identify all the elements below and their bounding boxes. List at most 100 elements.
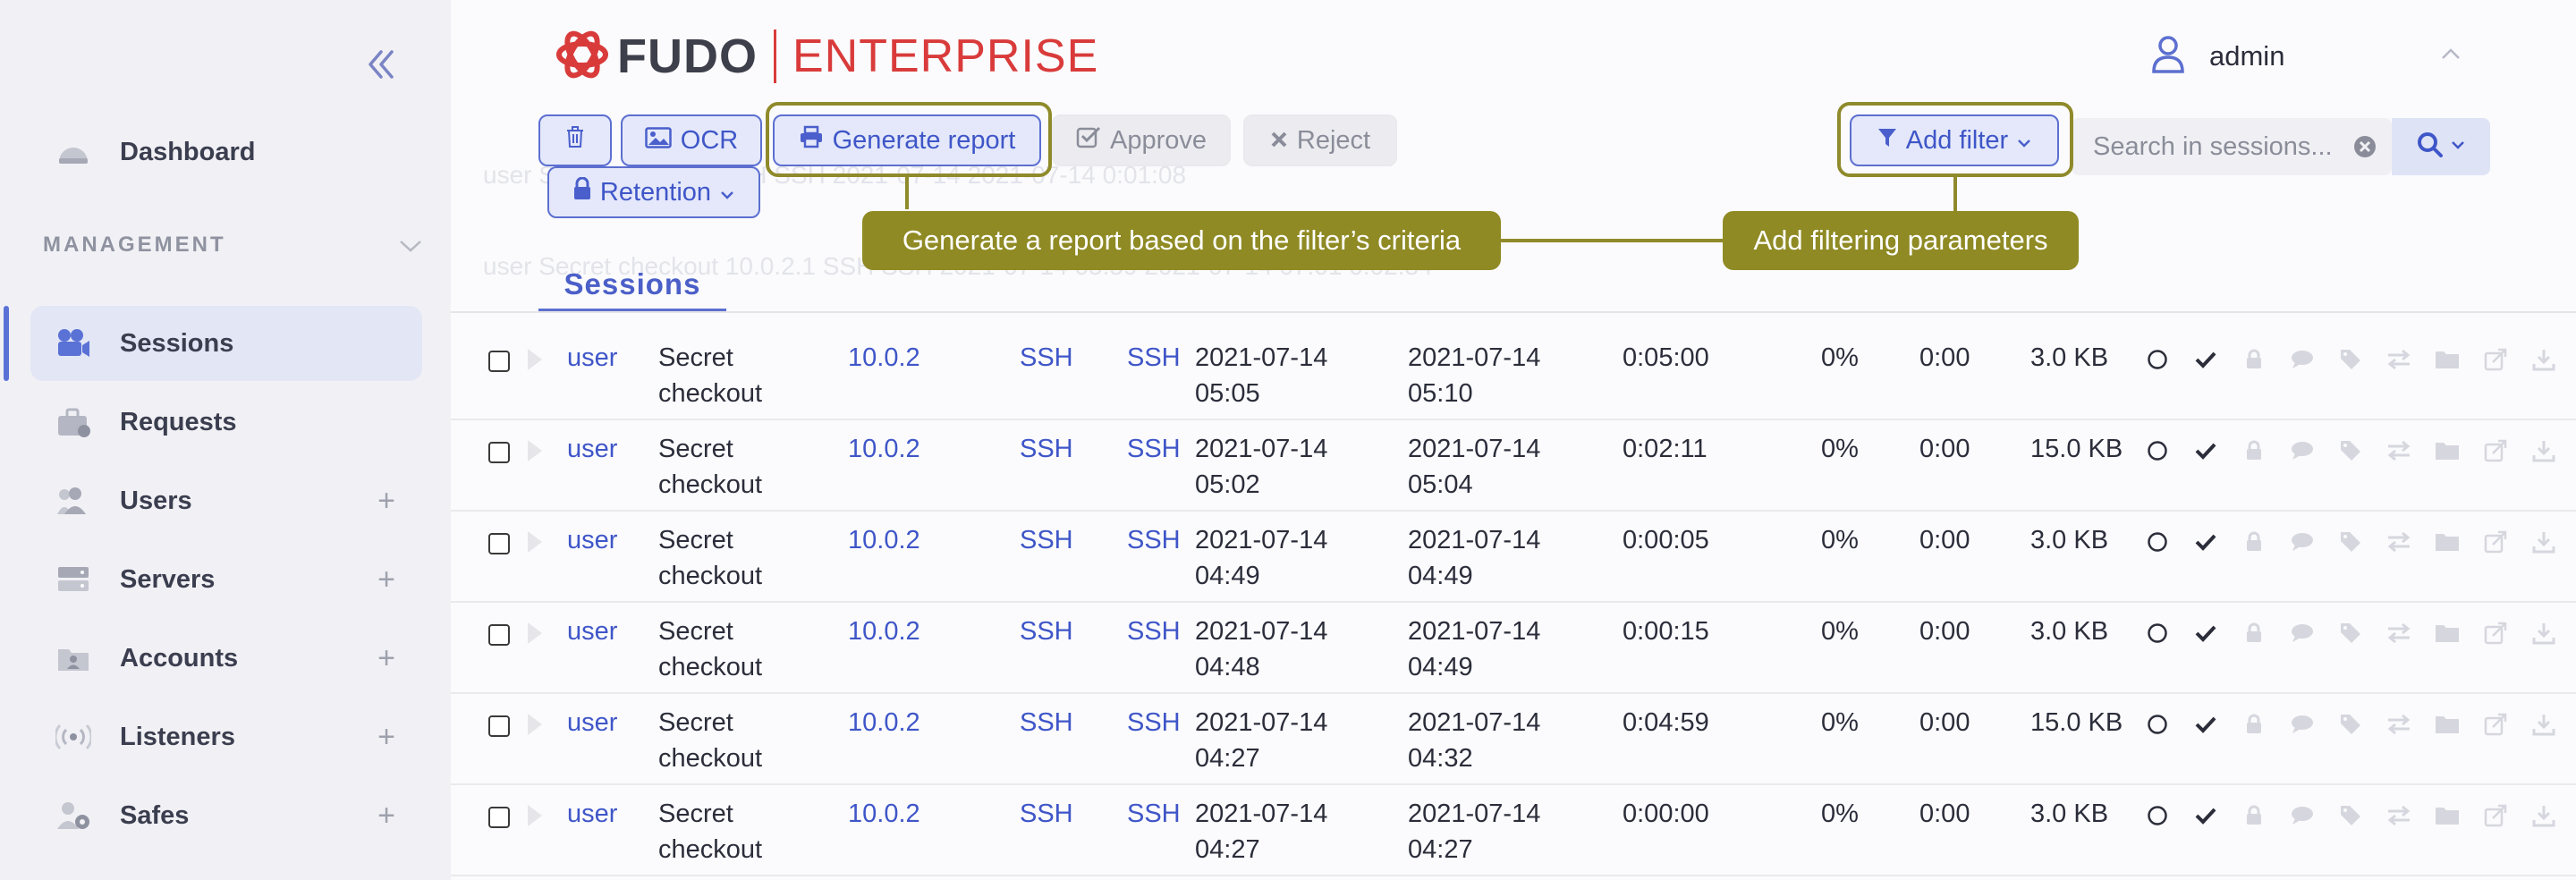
lock-icon[interactable] (2236, 342, 2272, 377)
share-icon[interactable] (2478, 433, 2513, 469)
tag-icon[interactable] (2333, 798, 2368, 833)
transfer-icon[interactable] (2381, 615, 2417, 651)
row-checkbox[interactable] (488, 442, 510, 463)
tab-sessions[interactable]: Sessions (538, 259, 726, 313)
comment-icon[interactable] (2284, 798, 2320, 833)
lock-icon[interactable] (2236, 433, 2272, 469)
protocol-link[interactable]: SSH (1020, 431, 1073, 467)
check-icon[interactable] (2188, 433, 2224, 469)
user-link[interactable]: user (567, 613, 617, 649)
folder-icon[interactable] (2429, 342, 2465, 377)
sidebar-item-listeners[interactable]: Listeners + (30, 699, 422, 774)
reject-button[interactable]: Reject (1243, 114, 1397, 166)
tag-icon[interactable] (2333, 707, 2368, 742)
sidebar-item-accounts[interactable]: Accounts + (30, 621, 422, 696)
folder-icon[interactable] (2429, 798, 2465, 833)
sidebar-item-servers[interactable]: Servers + (30, 542, 422, 617)
delete-button[interactable] (538, 114, 612, 166)
download-icon[interactable] (2526, 707, 2562, 742)
row-checkbox[interactable] (488, 624, 510, 646)
check-icon[interactable] (2188, 524, 2224, 560)
server-link[interactable]: SSH (1127, 431, 1181, 467)
tag-icon[interactable] (2333, 342, 2368, 377)
share-icon[interactable] (2478, 615, 2513, 651)
share-icon[interactable] (2478, 524, 2513, 560)
folder-icon[interactable] (2429, 433, 2465, 469)
protocol-link[interactable]: SSH (1020, 613, 1073, 649)
comment-icon[interactable] (2284, 707, 2320, 742)
server-link[interactable]: SSH (1127, 340, 1181, 376)
share-icon[interactable] (2478, 707, 2513, 742)
folder-icon[interactable] (2429, 707, 2465, 742)
row-checkbox[interactable] (488, 351, 510, 372)
ip-link[interactable]: 10.0.2 (848, 613, 920, 649)
user-menu[interactable]: admin (2150, 34, 2284, 78)
add-account-button[interactable]: + (377, 641, 395, 676)
tag-icon[interactable] (2333, 433, 2368, 469)
sidebar-item-sessions[interactable]: Sessions (30, 306, 422, 381)
protocol-link[interactable]: SSH (1020, 522, 1073, 558)
folder-icon[interactable] (2429, 524, 2465, 560)
protocol-link[interactable]: SSH (1020, 340, 1073, 376)
comment-icon[interactable] (2284, 342, 2320, 377)
user-link[interactable]: user (567, 522, 617, 558)
user-link[interactable]: user (567, 431, 617, 467)
ip-link[interactable]: 10.0.2 (848, 522, 920, 558)
row-checkbox[interactable] (488, 807, 510, 828)
circle-icon[interactable] (2140, 433, 2175, 469)
ip-link[interactable]: 10.0.2 (848, 796, 920, 832)
sidebar-item-users[interactable]: Users + (30, 463, 422, 538)
transfer-icon[interactable] (2381, 524, 2417, 560)
sidebar-item-dashboard[interactable]: Dashboard (30, 114, 422, 190)
transfer-icon[interactable] (2381, 342, 2417, 377)
check-icon[interactable] (2188, 615, 2224, 651)
user-link[interactable]: user (567, 796, 617, 832)
download-icon[interactable] (2526, 342, 2562, 377)
table-row[interactable]: user Secret checkout 10.0.2 SSH SSH 2021… (451, 512, 2576, 603)
circle-icon[interactable] (2140, 707, 2175, 742)
chevron-down-icon[interactable] (399, 238, 422, 254)
download-icon[interactable] (2526, 433, 2562, 469)
transfer-icon[interactable] (2381, 798, 2417, 833)
retention-button[interactable]: Retention (547, 166, 760, 218)
add-user-button[interactable]: + (377, 484, 395, 519)
lock-icon[interactable] (2236, 798, 2272, 833)
download-icon[interactable] (2526, 524, 2562, 560)
table-row[interactable]: user Secret checkout 10.0.2 SSH SSH 2021… (451, 329, 2576, 420)
add-safe-button[interactable]: + (377, 799, 395, 833)
play-icon[interactable] (528, 531, 542, 553)
server-link[interactable]: SSH (1127, 522, 1181, 558)
circle-icon[interactable] (2140, 615, 2175, 651)
server-link[interactable]: SSH (1127, 613, 1181, 649)
table-row[interactable]: user Secret checkout 10.0.2 SSH SSH 2021… (451, 785, 2576, 876)
clear-icon[interactable] (2352, 134, 2377, 159)
ocr-button[interactable]: OCR (621, 114, 762, 166)
user-link[interactable]: user (567, 340, 617, 376)
ip-link[interactable]: 10.0.2 (848, 340, 920, 376)
download-icon[interactable] (2526, 615, 2562, 651)
search-button[interactable] (2392, 118, 2490, 175)
lock-icon[interactable] (2236, 615, 2272, 651)
folder-icon[interactable] (2429, 615, 2465, 651)
row-checkbox[interactable] (488, 715, 510, 737)
lock-icon[interactable] (2236, 524, 2272, 560)
circle-icon[interactable] (2140, 798, 2175, 833)
tag-icon[interactable] (2333, 524, 2368, 560)
play-icon[interactable] (528, 349, 542, 370)
user-link[interactable]: user (567, 705, 617, 740)
approve-button[interactable]: Approve (1052, 114, 1231, 166)
search-field[interactable] (2072, 118, 2392, 175)
server-link[interactable]: SSH (1127, 705, 1181, 740)
comment-icon[interactable] (2284, 615, 2320, 651)
add-listener-button[interactable]: + (377, 720, 395, 755)
circle-icon[interactable] (2140, 342, 2175, 377)
comment-icon[interactable] (2284, 524, 2320, 560)
protocol-link[interactable]: SSH (1020, 796, 1073, 832)
download-icon[interactable] (2526, 798, 2562, 833)
check-icon[interactable] (2188, 342, 2224, 377)
lock-icon[interactable] (2236, 707, 2272, 742)
share-icon[interactable] (2478, 798, 2513, 833)
check-icon[interactable] (2188, 798, 2224, 833)
row-checkbox[interactable] (488, 533, 510, 554)
table-row[interactable]: user Secret checkout 10.0.2 SSH SSH 2021… (451, 603, 2576, 694)
